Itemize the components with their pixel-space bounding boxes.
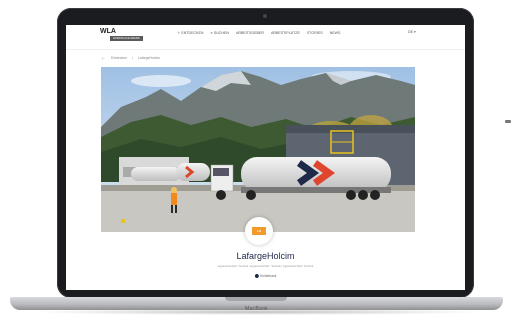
language-selector[interactable]: DE ▾ [408, 30, 416, 34]
breadcrumb-item[interactable]: Entdecken [111, 56, 127, 60]
nav-label: ENTDECKEN [181, 30, 204, 35]
nav-label: SUCHEN [213, 30, 229, 35]
company-name: LafargeHolcim [236, 251, 295, 261]
company-categories: Agrarwirtschaft / Technik | Agrarwirtsch… [217, 264, 314, 268]
laptop-notch [225, 297, 287, 301]
location-pin-icon: ⬤ [254, 273, 260, 278]
breadcrumb-item: LafargeHolcim [137, 56, 160, 60]
nav-item-stories[interactable]: STORIES [307, 30, 323, 35]
laptop-screen: WLA WORKPLACE AWARD ✧ ENTDECKEN ⌕ SUCHEN… [66, 25, 465, 290]
company-location: ⬤ Holderbank [66, 273, 465, 278]
compass-icon: ✧ [177, 30, 181, 35]
nav-item-news[interactable]: NEWS [330, 30, 341, 35]
back-arrow-icon[interactable]: ← [101, 55, 106, 61]
nav-item-arbeitsgeber[interactable]: ARBEITSGEBER [236, 30, 264, 35]
site-logo[interactable]: WLA [100, 28, 116, 35]
location-label: Holderbank [260, 274, 277, 278]
site-header: WLA WORKPLACE AWARD ✧ ENTDECKEN ⌕ SUCHEN… [66, 25, 465, 50]
hero-photo-illustration [101, 67, 415, 232]
nav-item-suchen[interactable]: ⌕ SUCHEN [211, 30, 229, 35]
site-logo-subtitle: WORKPLACE AWARD [110, 36, 143, 41]
laptop-lid: WLA WORKPLACE AWARD ✧ ENTDECKEN ⌕ SUCHEN… [57, 8, 474, 298]
device-brand-label: MacBook [245, 306, 268, 312]
background-object [505, 120, 511, 123]
hero-image [101, 67, 415, 232]
company-logo-mark: LH [252, 227, 266, 235]
breadcrumb-separator: / [132, 56, 133, 60]
company-logo: LH [245, 217, 273, 245]
camera-icon [263, 14, 267, 18]
nav-item-arbeitsplaetze[interactable]: ARBEITSPLÄTZE [271, 30, 300, 35]
search-icon: ⌕ [210, 30, 213, 35]
main-nav: ✧ ENTDECKEN ⌕ SUCHEN ARBEITSGEBER ARBEIT… [177, 30, 340, 35]
breadcrumb: ← Entdecken / LafargeHolcim [101, 55, 160, 61]
nav-item-entdecken[interactable]: ✧ ENTDECKEN [177, 30, 204, 35]
